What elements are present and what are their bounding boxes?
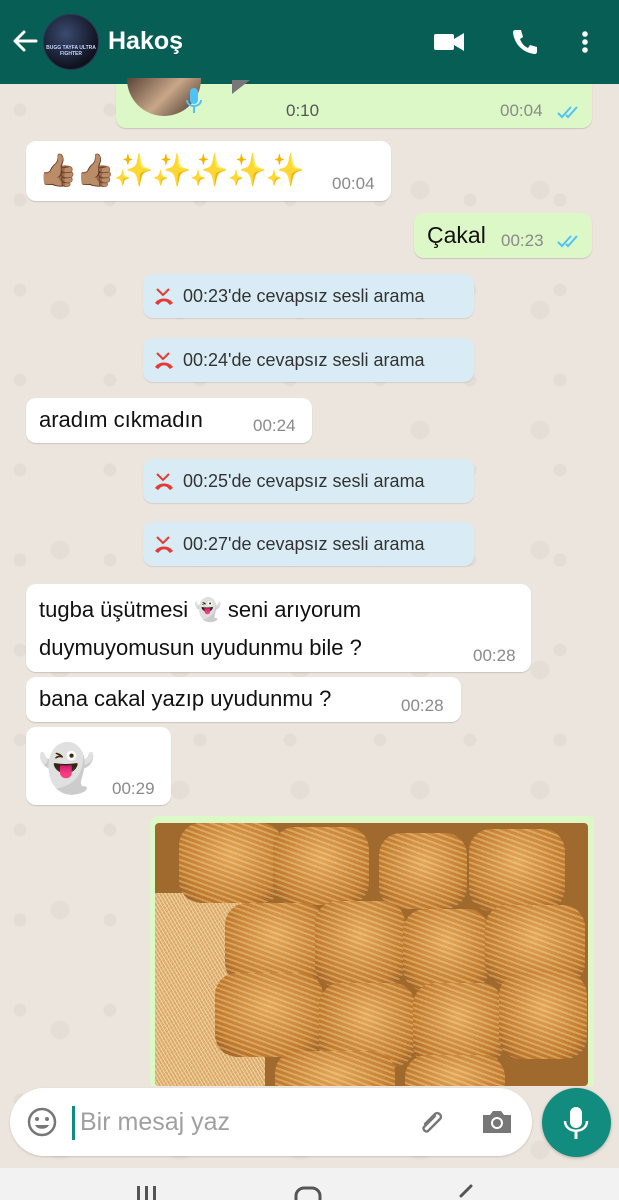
emoji-content: 👍🏽👍🏽✨✨✨✨✨ (38, 152, 305, 188)
message-text-line2: duymuyomusun uyudunmu bile ? (39, 635, 362, 660)
message-time: 00:24 (253, 416, 296, 435)
contact-name[interactable]: Hakoş (108, 27, 183, 56)
back-nav-icon[interactable] (455, 1184, 477, 1200)
image-message[interactable] (150, 816, 594, 1086)
missed-call-notice[interactable]: 00:25'de cevapsız sesli arama (143, 459, 474, 503)
message-time: 00:29 (112, 779, 155, 798)
message-text-line1: tugba üşütmesi 👻 seni arıyorum (39, 597, 362, 622)
video-camera-icon[interactable] (432, 27, 466, 57)
kadayif-photo[interactable] (155, 823, 588, 1086)
message-text: Çakal (427, 222, 486, 248)
missed-call-text: 00:24'de cevapsız sesli arama (183, 350, 425, 370)
missed-call-icon (155, 352, 173, 369)
voice-message[interactable]: 0:10 00:04 (116, 78, 592, 128)
incoming-message[interactable]: tugba üşütmesi 👻 seni arıyorum duymuyomu… (26, 584, 531, 672)
read-ticks-icon (557, 235, 578, 248)
message-input[interactable]: Bir mesaj yaz (80, 1108, 230, 1137)
paperclip-icon[interactable] (416, 1106, 448, 1138)
system-navigation-bar (0, 1168, 619, 1200)
incoming-message[interactable]: 👻 00:29 (26, 727, 171, 805)
phone-icon[interactable] (508, 27, 542, 57)
voice-duration: 0:10 (286, 101, 320, 120)
read-ticks-icon (557, 106, 578, 119)
missed-call-notice[interactable]: 00:24'de cevapsız sesli arama (143, 338, 474, 382)
missed-call-icon (155, 473, 173, 490)
avatar-logo-text: BUGG TAYFA ULTRA FIGHTER (46, 45, 96, 57)
missed-call-text: 00:25'de cevapsız sesli arama (183, 471, 425, 491)
microphone-icon (563, 1107, 589, 1139)
camera-icon[interactable] (480, 1106, 514, 1138)
arrow-left-icon[interactable] (10, 26, 40, 56)
missed-call-text: 00:23'de cevapsız sesli arama (183, 286, 425, 306)
message-text: bana cakal yazıp uyudunmu ? (39, 686, 332, 711)
incoming-message[interactable]: bana cakal yazıp uyudunmu ? 00:28 (26, 677, 461, 722)
message-time: 00:28 (401, 696, 444, 715)
missed-call-icon (155, 288, 173, 305)
play-icon[interactable] (230, 80, 254, 96)
outgoing-message[interactable]: Çakal 00:23 (414, 213, 592, 258)
home-icon[interactable] (294, 1186, 322, 1200)
text-cursor (72, 1106, 75, 1140)
missed-call-text: 00:27'de cevapsız sesli arama (183, 534, 425, 554)
ghost-emoji: 👻 (38, 742, 96, 794)
missed-call-icon (155, 536, 173, 553)
message-time: 00:04 (332, 174, 375, 193)
incoming-message[interactable]: 👍🏽👍🏽✨✨✨✨✨ 00:04 (26, 141, 391, 201)
more-vertical-icon[interactable] (572, 27, 598, 57)
message-time: 00:23 (501, 231, 544, 250)
message-time: 00:28 (473, 646, 516, 665)
smiley-icon[interactable] (26, 1106, 58, 1138)
microphone-icon (186, 88, 202, 113)
incoming-message[interactable]: aradım cıkmadın 00:24 (26, 398, 312, 443)
chat-header: BUGG TAYFA ULTRA FIGHTER Hakoş (0, 0, 619, 84)
missed-call-notice[interactable]: 00:23'de cevapsız sesli arama (143, 274, 474, 318)
missed-call-notice[interactable]: 00:27'de cevapsız sesli arama (143, 522, 474, 566)
avatar[interactable]: BUGG TAYFA ULTRA FIGHTER (43, 14, 99, 70)
record-voice-button[interactable] (542, 1088, 611, 1157)
message-composer[interactable]: Bir mesaj yaz (10, 1088, 532, 1156)
recent-apps-icon[interactable] (135, 1186, 159, 1200)
message-text: aradım cıkmadın (39, 407, 203, 432)
message-time: 00:04 (500, 101, 543, 120)
